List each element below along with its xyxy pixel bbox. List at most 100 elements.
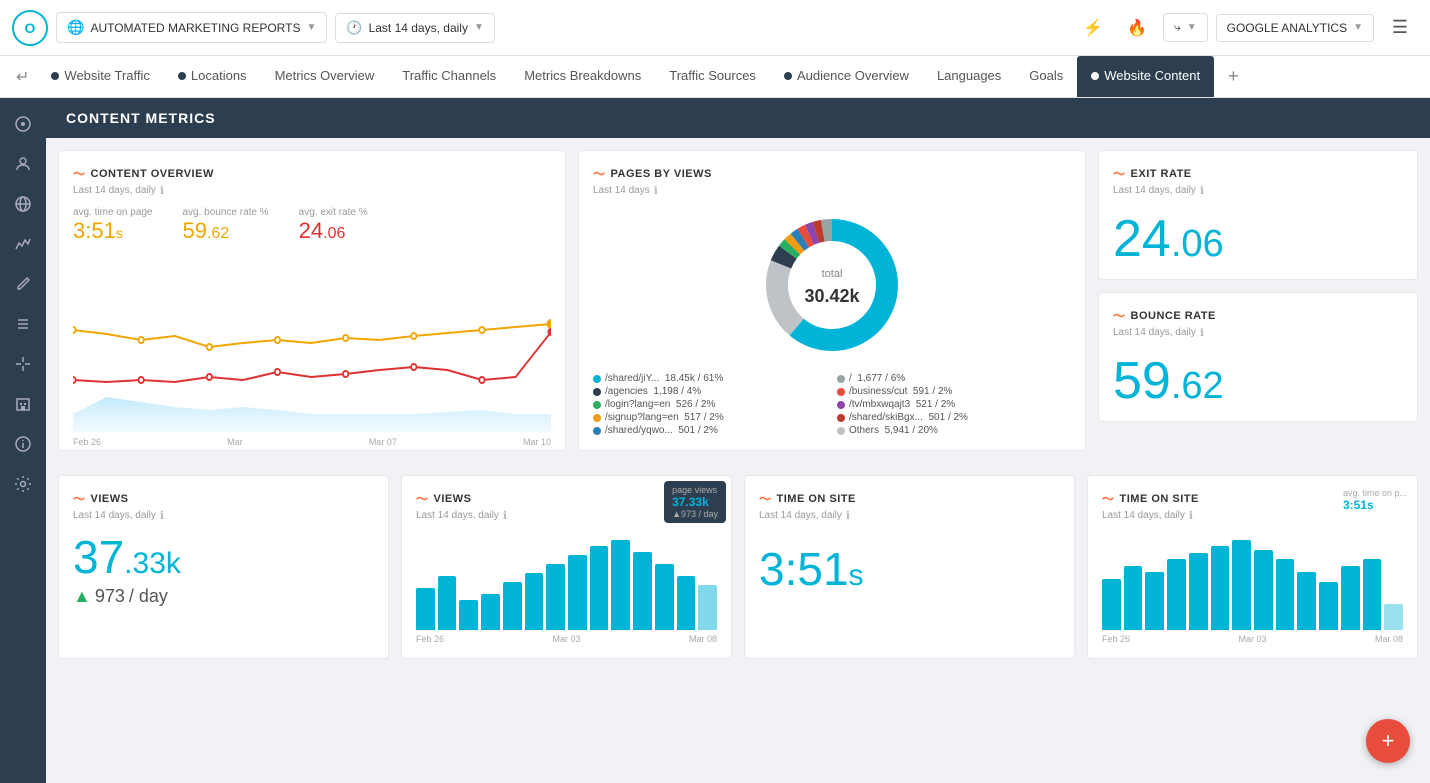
avg-time-label: avg. time on page [73,207,153,218]
tab-locations[interactable]: Locations [164,56,261,98]
clock-icon: 🕐 [346,20,362,36]
sidebar-icon-building[interactable] [5,386,41,422]
tab-traffic-channels[interactable]: Traffic Channels [388,56,510,98]
layout: CONTENT METRICS 〜 CONTENT OVERVIEW Last … [0,98,1430,783]
tab-metrics-breakdowns[interactable]: Metrics Breakdowns [510,56,655,98]
date-range-selector[interactable]: 🕐 Last 14 days, daily ▼ [335,13,495,43]
bar-item [1384,604,1403,630]
legend-item: /signup?lang=en 517 / 2% [593,412,827,423]
bar-item [1363,559,1382,630]
time-left-subtitle: Last 14 days, daily ℹ [759,509,1060,522]
chevron-down-icon: ▼ [306,22,316,33]
trend-icon: 〜 [73,490,86,507]
info-icon: ℹ [160,184,164,197]
bar-item [525,573,544,630]
date-range-label: Last 14 days, daily [369,21,468,35]
avg-bounce-value: 59.62 [183,218,269,244]
share-button[interactable]: ⤷ ▼ [1163,13,1208,42]
sidebar-icon-users[interactable] [5,146,41,182]
row1: 〜 CONTENT OVERVIEW Last 14 days, daily ℹ… [46,138,1430,463]
time-left-value: 3:51s [759,542,1060,596]
legend-dot [593,375,601,383]
pages-by-views-title: 〜 PAGES BY VIEWS [593,165,1071,182]
info-icon: ℹ [1200,184,1204,197]
content-metrics-header: CONTENT METRICS [46,98,1430,138]
avg-bounce-label: avg. bounce rate % [183,207,269,218]
sidebar-icon-list[interactable] [5,306,41,342]
exit-rate-value: 24.06 [1113,213,1403,265]
sidebar [0,98,46,783]
tab-website-content[interactable]: Website Content [1077,56,1214,98]
sidebar-icon-pen[interactable] [5,266,41,302]
sidebar-icon-settings[interactable] [5,466,41,502]
chevron-down-icon: ▼ [1353,22,1363,33]
trend-icon: 〜 [1113,165,1126,182]
sidebar-icon-globe[interactable] [5,186,41,222]
bar-item [503,582,522,630]
bounce-rate-value: 59.62 [1113,355,1403,407]
up-arrow-icon: ▲ [73,586,91,607]
main-content: CONTENT METRICS 〜 CONTENT OVERVIEW Last … [46,98,1430,783]
tab-label: Traffic Channels [402,68,496,83]
tab-languages[interactable]: Languages [923,56,1015,98]
tab-audience-overview[interactable]: Audience Overview [770,56,923,98]
legend-dot [837,401,845,409]
tab-traffic-sources[interactable]: Traffic Sources [655,56,770,98]
legend-item: /business/cut 591 / 2% [837,386,1071,397]
tab-dot [178,72,186,80]
sidebar-icon-info[interactable] [5,426,41,462]
legend-dot [837,375,845,383]
pages-by-views-card: 〜 PAGES BY VIEWS Last 14 days ℹ [578,150,1086,451]
bar-item [1189,553,1208,630]
report-selector[interactable]: 🌐 AUTOMATED MARKETING REPORTS ▼ [56,12,327,43]
content-overview-title: 〜 CONTENT OVERVIEW [73,165,551,182]
bar-item [698,585,717,630]
report-label: AUTOMATED MARKETING REPORTS [90,21,300,35]
tab-label: Locations [191,68,247,83]
ga-selector[interactable]: GOOGLE ANALYTICS ▼ [1216,14,1374,42]
bar-item [1319,582,1338,630]
trend-icon: 〜 [759,490,772,507]
bar-item [655,564,674,630]
fab-button[interactable]: + [1366,719,1410,763]
trend-icon: 〜 [1113,307,1126,324]
donut-chart: total 30.42k [593,205,1071,365]
bar-item [1124,566,1143,630]
legend-item: /shared/jiY... 18.45k / 61% [593,373,827,384]
tab-metrics-overview[interactable]: Metrics Overview [261,56,389,98]
menu-button[interactable]: ☰ [1382,10,1418,46]
info-icon: ℹ [503,509,507,522]
content-overview-card: 〜 CONTENT OVERVIEW Last 14 days, daily ℹ… [58,150,566,451]
views-tooltip: page views 37.33k ▲973 / day [664,481,726,523]
tab-website-traffic[interactable]: Website Traffic [37,56,164,98]
sidebar-icon-analytics[interactable] [5,226,41,262]
pages-by-views-subtitle: Last 14 days ℹ [593,184,1071,197]
tab-goals[interactable]: Goals [1015,56,1077,98]
topbar: O 🌐 AUTOMATED MARKETING REPORTS ▼ 🕐 Last… [0,0,1430,56]
lightning-button[interactable]: ⚡ [1075,10,1111,46]
tab-dot [51,72,59,80]
globe-icon: 🌐 [67,19,84,36]
sidebar-icon-tools[interactable] [5,346,41,382]
trend-icon: 〜 [1102,490,1115,507]
sidebar-icon-dashboard[interactable] [5,106,41,142]
bar-item [1102,579,1121,630]
fire-button[interactable]: 🔥 [1119,10,1155,46]
info-icon: ℹ [160,509,164,522]
avg-exit-label: avg. exit rate % [299,207,368,218]
tab-label: Website Content [1104,68,1200,83]
time-chart-dates: Feb 26 Mar 03 Mar 08 [1102,634,1403,644]
add-tab-button[interactable]: + [1218,66,1249,87]
tooltip-day: ▲973 / day [672,509,718,519]
trend-icon: 〜 [416,490,429,507]
donut-total-value: 30.42k [804,286,860,306]
views-per-day: ▲ 973 / day [73,586,374,607]
legend-item: /shared/skiBgx... 501 / 2% [837,412,1071,423]
time-bar-chart [1102,530,1403,630]
info-icon: ℹ [846,509,850,522]
views-chart-dates: Feb 26 Mar 03 Mar 08 [416,634,717,644]
bar-item [568,555,587,630]
bounce-rate-subtitle: Last 14 days, daily ℹ [1113,326,1403,339]
legend-item: /shared/yqwo... 501 / 2% [593,425,827,436]
back-nav[interactable]: ↵ [8,67,37,87]
